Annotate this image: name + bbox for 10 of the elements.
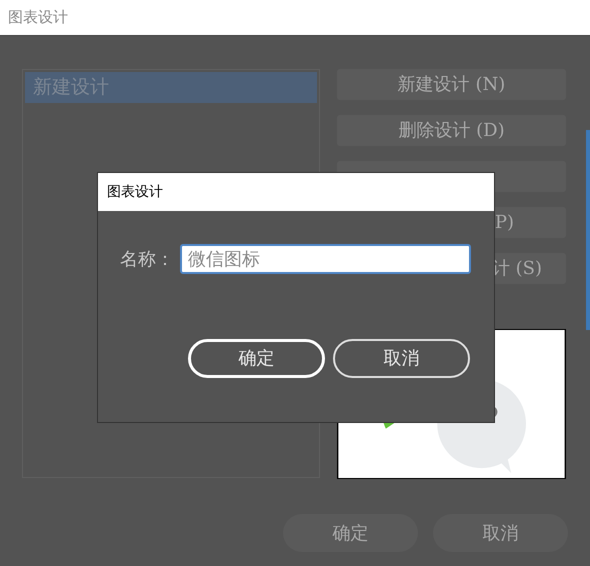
window-title: 图表设计	[8, 7, 68, 28]
name-label: 名称：	[120, 248, 175, 272]
footer-button[interactable]: 确定	[283, 514, 418, 552]
side-button[interactable]: 新建设计 (N)	[337, 69, 566, 100]
name-field[interactable]: 微信图标	[180, 244, 471, 274]
dialog-title: 图表设计	[107, 182, 163, 202]
dialog-button[interactable]: 取消	[333, 339, 470, 378]
side-button[interactable]: 删除设计 (D)	[337, 115, 566, 146]
footer-button[interactable]: 取消	[433, 514, 568, 552]
dialog-button[interactable]: 确定	[188, 339, 325, 378]
